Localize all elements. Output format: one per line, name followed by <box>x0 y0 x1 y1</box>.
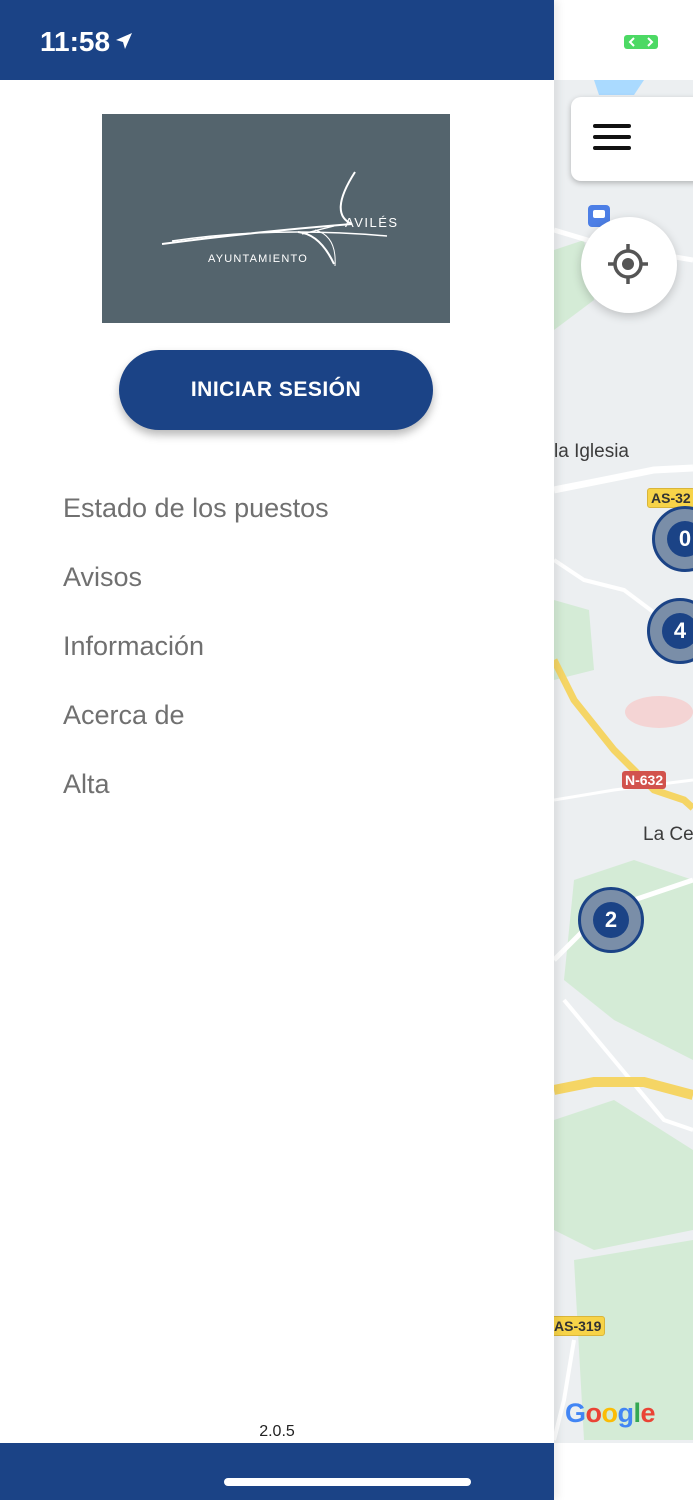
map-view[interactable]: la Iglesia La Ce AS-32 N-632 AS-319 0 4 … <box>554 0 693 1500</box>
map-status-area <box>554 0 693 80</box>
status-time: 11:58 <box>40 26 111 57</box>
battery-charging-icon <box>624 35 658 49</box>
navigation-drawer: 11:58 AVILÉS AYUNTAMIENTO INICIAR SESIÓN… <box>0 0 554 1500</box>
map-bottom-area <box>554 1443 693 1500</box>
map-menu-button[interactable] <box>571 97 693 181</box>
menu-item-informacion[interactable]: Información <box>63 626 329 695</box>
status-bar: 11:58 <box>0 0 554 80</box>
road-shield-as320: AS-32 <box>647 488 693 508</box>
menu-item-acerca-de[interactable]: Acerca de <box>63 695 329 764</box>
map-cluster-marker[interactable]: 2 <box>578 887 644 953</box>
app-version: 2.0.5 <box>259 1423 295 1440</box>
bottom-bar <box>0 1443 554 1500</box>
my-location-button[interactable] <box>581 217 677 313</box>
hamburger-menu-icon <box>593 124 631 154</box>
logo-city-text: AVILÉS <box>345 215 399 230</box>
login-button[interactable]: INICIAR SESIÓN <box>119 350 433 430</box>
logo-council-text: AYUNTAMIENTO <box>208 253 308 265</box>
cluster-count: 4 <box>662 613 693 649</box>
road-shield-n632: N-632 <box>622 771 667 789</box>
my-location-icon <box>608 244 648 284</box>
drawer-menu: Estado de los puestos Avisos Información… <box>63 488 329 833</box>
road-shield-as319: AS-319 <box>554 1316 606 1336</box>
map-label-iglesia: la Iglesia <box>554 441 629 462</box>
map-label-town: La Ce <box>643 824 693 845</box>
location-arrow-icon <box>116 33 132 49</box>
menu-item-avisos[interactable]: Avisos <box>63 557 329 626</box>
menu-item-alta[interactable]: Alta <box>63 764 329 833</box>
cluster-count: 2 <box>593 902 629 938</box>
menu-item-estado-puestos[interactable]: Estado de los puestos <box>63 488 329 557</box>
google-attribution-logo: Google <box>565 1398 656 1428</box>
cluster-count: 0 <box>667 521 693 557</box>
home-indicator[interactable] <box>224 1478 471 1486</box>
aviles-logo: AVILÉS AYUNTAMIENTO <box>102 114 450 323</box>
